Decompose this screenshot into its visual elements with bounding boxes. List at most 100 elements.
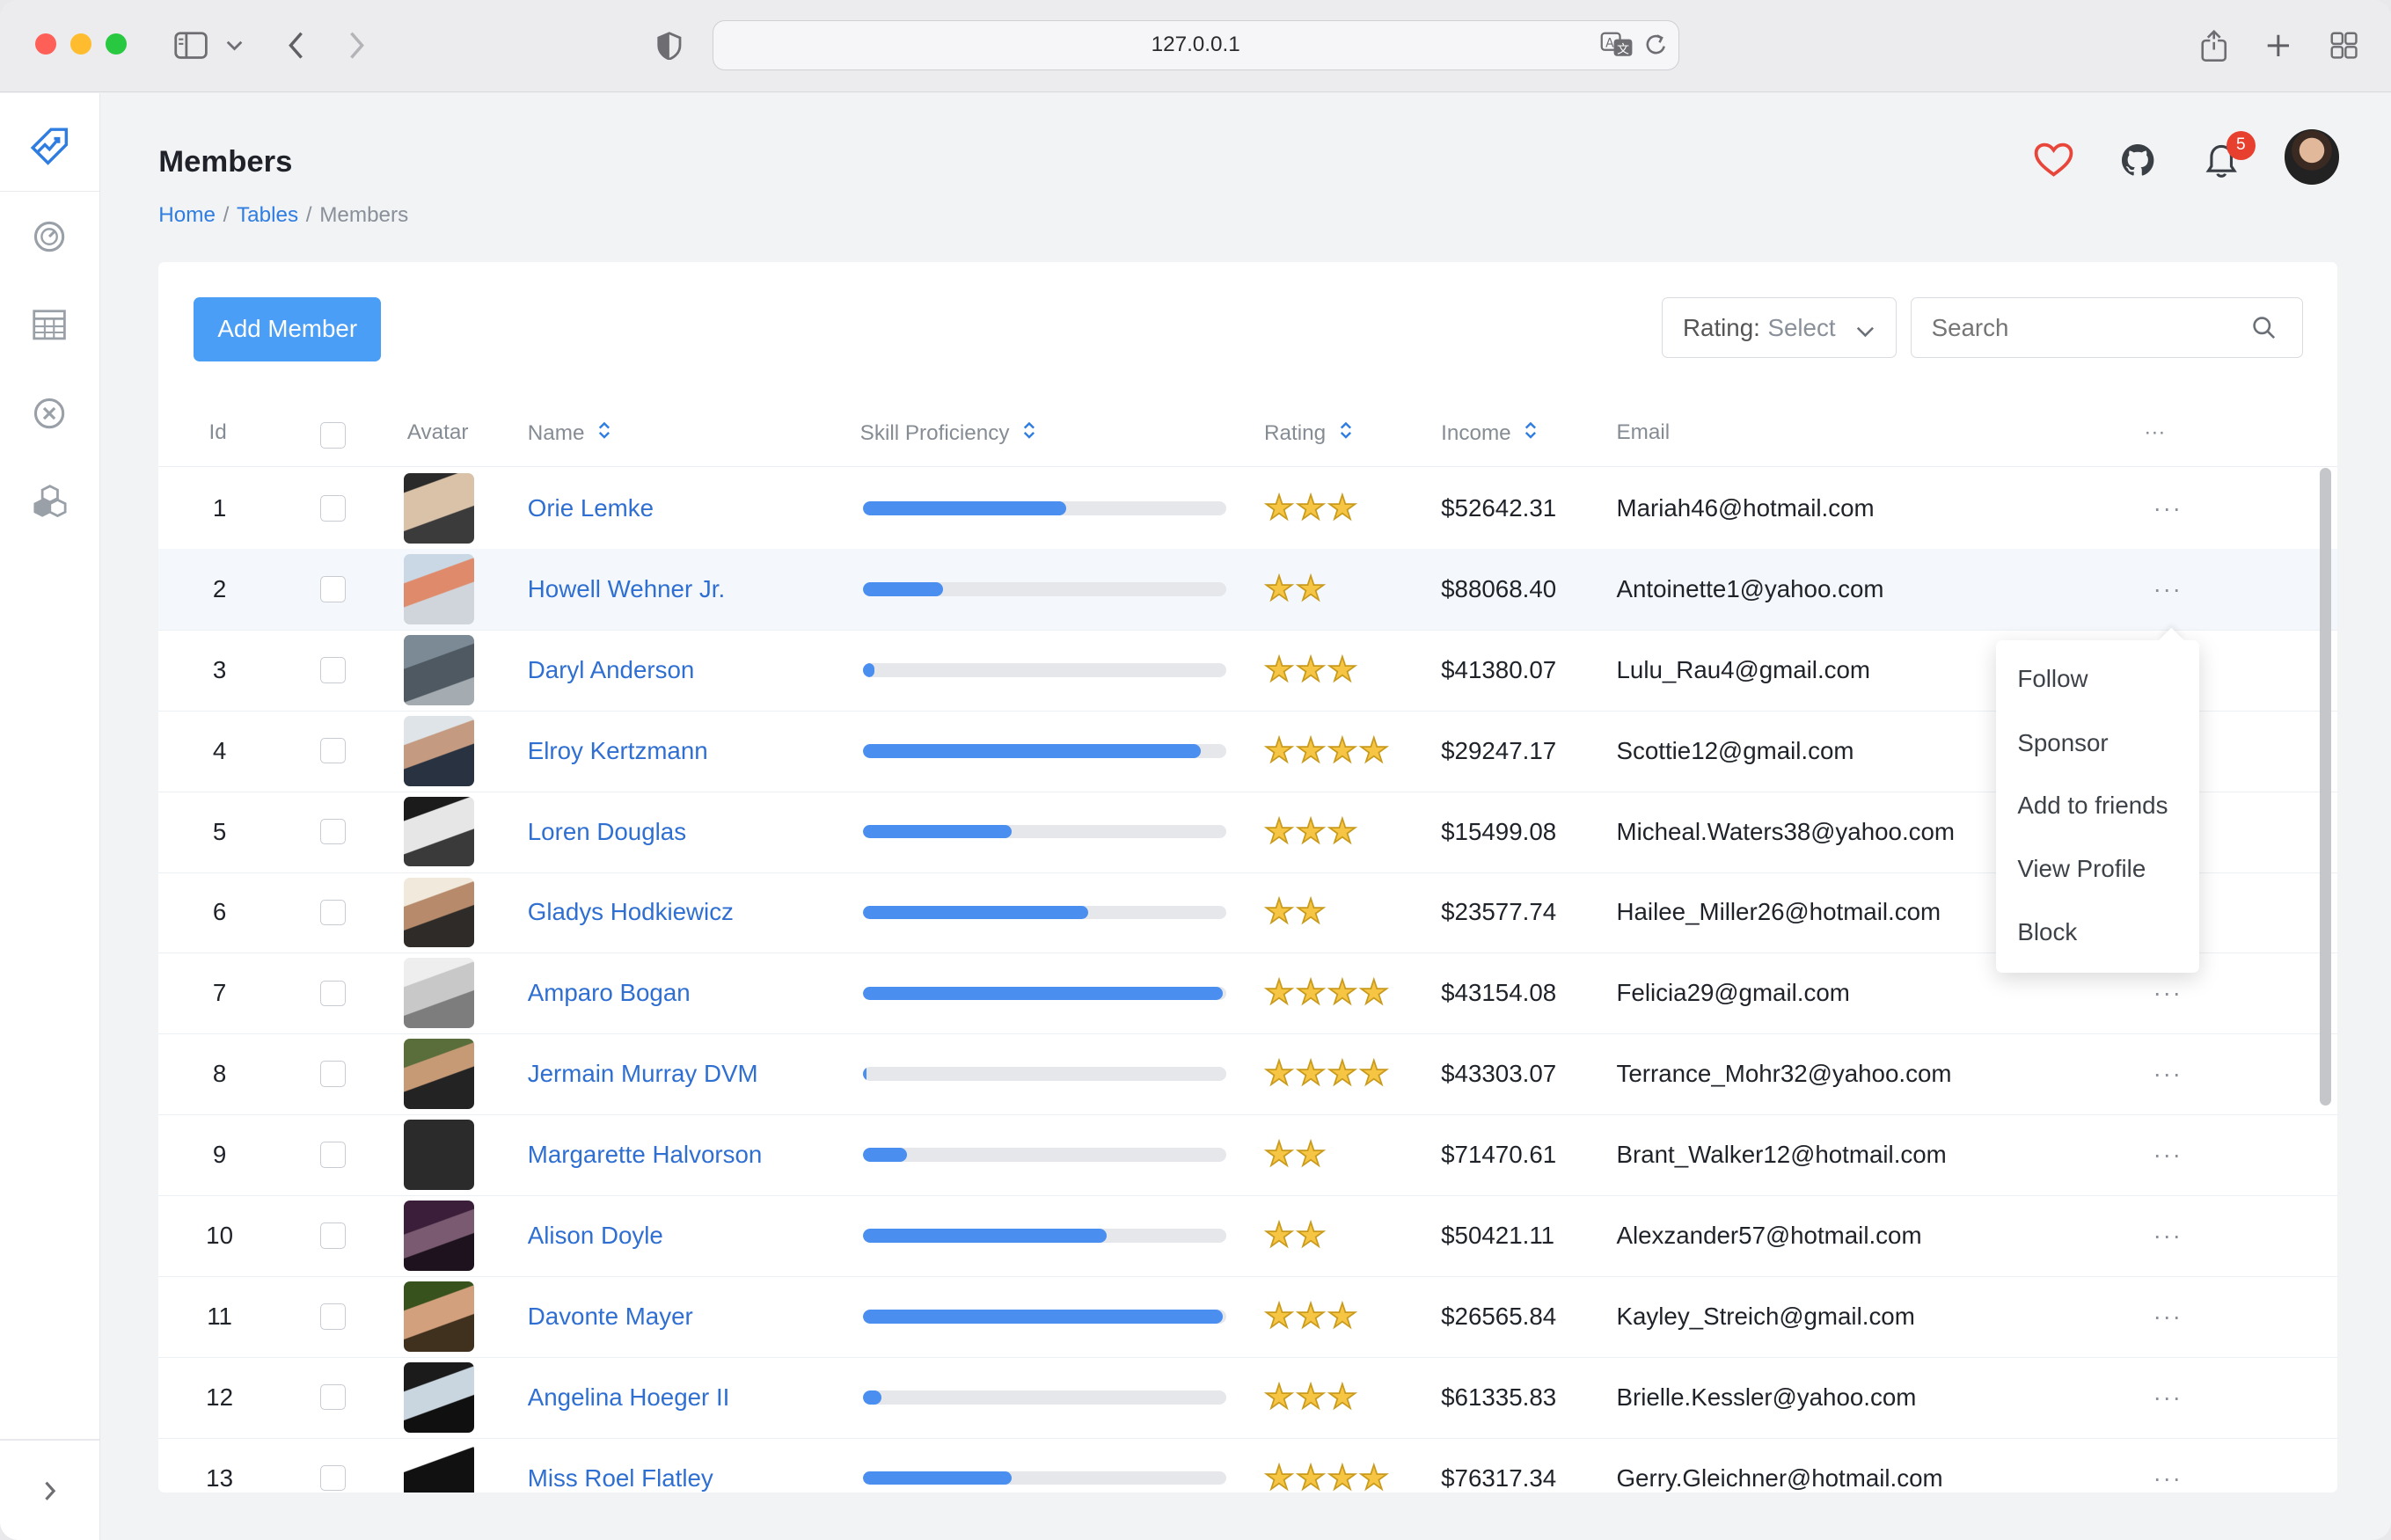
member-name-link[interactable]: Daryl Anderson — [528, 630, 695, 711]
sidebar-toggle-icon[interactable] — [171, 25, 210, 68]
translate-icon[interactable]: A文 — [1600, 32, 1634, 63]
expand-sidebar-icon[interactable] — [0, 1461, 99, 1522]
member-name-link[interactable]: Jermain Murray DVM — [528, 1033, 758, 1114]
column-header-name[interactable]: Name — [528, 420, 611, 447]
row-checkbox[interactable] — [320, 1357, 347, 1438]
reload-icon[interactable] — [1645, 33, 1668, 63]
income-value: $41380.07 — [1441, 655, 1557, 683]
table-scrollbar[interactable] — [2319, 468, 2332, 1106]
sort-icon[interactable] — [1525, 420, 1537, 447]
share-icon[interactable] — [2197, 25, 2231, 68]
select-all-checkbox[interactable] — [320, 422, 347, 449]
column-header-rating[interactable]: Rating — [1264, 420, 1352, 447]
skill-progress-bar — [863, 549, 1226, 630]
menu-item-add-to-friends[interactable]: Add to friends — [2017, 792, 2168, 820]
logo-icon[interactable] — [0, 116, 99, 177]
components-cubes-icon[interactable] — [0, 471, 99, 532]
back-icon[interactable] — [281, 25, 311, 68]
row-checkbox[interactable] — [320, 630, 347, 711]
privacy-shield-icon[interactable] — [654, 25, 685, 68]
tab-overview-icon[interactable] — [2327, 25, 2360, 68]
search-input[interactable] — [1911, 297, 2303, 359]
forward-icon[interactable] — [341, 25, 372, 68]
row-checkbox[interactable] — [320, 952, 347, 1033]
avatar — [404, 1114, 475, 1195]
close-window-button[interactable] — [34, 33, 57, 55]
member-name-link[interactable]: Howell Wehner Jr. — [528, 549, 725, 630]
table-icon[interactable] — [0, 295, 99, 355]
column-header-skill[interactable]: Skill Proficiency — [860, 420, 1035, 447]
chevron-down-icon[interactable] — [223, 25, 247, 68]
star-icon: ★ — [1263, 1135, 1295, 1174]
address-bar[interactable]: 127.0.0.1 A文 — [712, 19, 1679, 70]
more-actions-icon[interactable]: ··· — [2153, 1195, 2183, 1276]
table-row[interactable]: 12 Angelina Hoeger II ★ ★ ★ $61335.83 Brielle.… — [158, 1357, 2338, 1439]
row-checkbox[interactable] — [320, 1195, 347, 1276]
menu-item-follow[interactable]: Follow — [2017, 665, 2088, 693]
member-name-link[interactable]: Davonte Mayer — [528, 1276, 693, 1357]
email-value: Scottie12@gmail.com — [1616, 736, 1854, 764]
skill-progress-bar — [863, 711, 1226, 792]
member-name-link[interactable]: Angelina Hoeger II — [528, 1357, 730, 1438]
minimize-window-button[interactable] — [69, 33, 91, 55]
heart-icon[interactable] — [2034, 142, 2073, 179]
more-actions-icon[interactable]: ··· — [2153, 1114, 2183, 1195]
menu-item-block[interactable]: Block — [2017, 918, 2077, 946]
more-actions-icon[interactable]: ··· — [2153, 549, 2183, 630]
more-actions-icon[interactable]: ··· — [2153, 1276, 2183, 1357]
star-icon: ★ — [1358, 974, 1390, 1012]
menu-item-sponsor[interactable]: Sponsor — [2017, 729, 2108, 757]
dashboard-gauge-icon[interactable] — [0, 206, 99, 266]
column-header-income[interactable]: Income — [1441, 420, 1537, 447]
more-actions-icon[interactable]: ··· — [2153, 1438, 2183, 1493]
rating-stars: ★ ★ ★ ★ — [1263, 711, 1390, 792]
member-name-link[interactable]: Alison Doyle — [528, 1195, 663, 1276]
member-name-link[interactable]: Gladys Hodkiewicz — [528, 872, 734, 953]
avatar — [404, 1438, 475, 1493]
breadcrumb-home-link[interactable]: Home — [158, 203, 216, 227]
table-row[interactable]: 2 Howell Wehner Jr. ★ ★ $88068.40 Antoinette1… — [158, 549, 2338, 631]
new-tab-icon[interactable] — [2262, 25, 2295, 68]
sort-icon[interactable] — [598, 420, 611, 447]
more-actions-icon[interactable]: ··· — [2153, 1357, 2183, 1438]
menu-item-view-profile[interactable]: View Profile — [2017, 855, 2146, 883]
skill-progress-bar — [863, 792, 1226, 872]
breadcrumb-tables-link[interactable]: Tables — [237, 203, 298, 227]
maximize-window-button[interactable] — [105, 33, 127, 55]
more-actions-icon[interactable]: ··· — [2153, 1033, 2183, 1114]
row-checkbox[interactable] — [320, 468, 347, 549]
table-row[interactable]: 10 Alison Doyle ★ ★ $50421.11 Alexzander57@ho… — [158, 1195, 2338, 1277]
rating-filter-select[interactable]: Rating: Select — [1662, 297, 1897, 359]
avatar — [404, 1276, 475, 1357]
row-checkbox[interactable] — [320, 1438, 347, 1493]
user-avatar[interactable] — [2284, 129, 2340, 185]
error-circle-icon[interactable] — [0, 383, 99, 443]
column-header-rating-label: Rating — [1264, 421, 1327, 446]
skill-progress-bar — [863, 1114, 1226, 1195]
more-actions-icon[interactable]: ··· — [2153, 468, 2183, 549]
member-name-link[interactable]: Orie Lemke — [528, 468, 654, 549]
table-row[interactable]: 13 Miss Roel Flatley ★ ★ ★ ★ $76317.34 Gerry.Gl… — [158, 1438, 2337, 1493]
add-member-button[interactable]: Add Member — [194, 297, 382, 361]
avatar — [404, 792, 475, 872]
table-row[interactable]: 8 Jermain Murray DVM ★ ★ ★ ★ $43303.07 Terrance… — [158, 1033, 2338, 1116]
row-checkbox[interactable] — [320, 872, 347, 953]
row-checkbox[interactable] — [320, 792, 347, 872]
sort-icon[interactable] — [1340, 420, 1352, 447]
row-checkbox[interactable] — [320, 711, 347, 792]
row-checkbox[interactable] — [320, 1276, 347, 1357]
row-checkbox[interactable] — [320, 1033, 347, 1114]
member-name-link[interactable]: Miss Roel Flatley — [528, 1438, 713, 1493]
search-icon[interactable] — [2252, 316, 2277, 347]
member-name-link[interactable]: Loren Douglas — [528, 792, 686, 872]
table-row[interactable]: 1 Orie Lemke ★ ★ ★ $52642.31 Mariah46@hotmail.… — [158, 468, 2338, 551]
member-name-link[interactable]: Margarette Halvorson — [528, 1114, 763, 1195]
table-row[interactable]: 9 Margarette Halvorson ★ ★ $71470.61 Brant_Wa… — [158, 1114, 2338, 1197]
github-icon[interactable] — [2121, 143, 2154, 177]
member-name-link[interactable]: Amparo Bogan — [528, 952, 691, 1033]
sort-icon[interactable] — [1023, 420, 1035, 447]
table-row[interactable]: 11 Davonte Mayer ★ ★ ★ $26565.84 Kayley_Streic… — [158, 1276, 2338, 1358]
row-checkbox[interactable] — [320, 1114, 347, 1195]
member-name-link[interactable]: Elroy Kertzmann — [528, 711, 708, 792]
row-checkbox[interactable] — [320, 549, 347, 630]
